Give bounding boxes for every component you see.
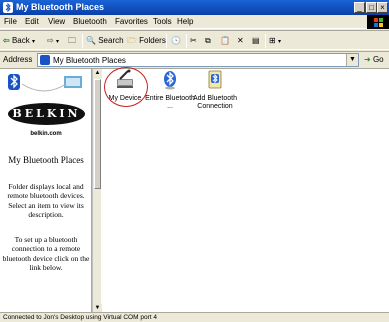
explorer-window: My Bluetooth Places _ □ × File Edit View… [0, 0, 389, 322]
pane-title: My Bluetooth Places [8, 155, 84, 165]
forward-arrow-icon: ⇨ [47, 36, 54, 45]
chevron-down-icon: ▾ [31, 39, 35, 45]
up-folder-button[interactable]: 🗀 [68, 34, 76, 48]
history-button[interactable]: 🕓 [171, 34, 181, 48]
copy-icon: ⧉ [205, 36, 211, 45]
menu-tools[interactable]: Tools [153, 17, 172, 27]
belkin-logo: BELKIN [8, 103, 85, 125]
belkin-bluetooth-banner-icon [4, 72, 88, 100]
left-pane-scrollbar[interactable]: ▲ ▼ [92, 69, 102, 313]
properties-button[interactable]: ▤ [252, 34, 260, 48]
toolbar-separator [166, 34, 167, 48]
search-icon: 🔍 [86, 36, 96, 45]
up-folder-icon: 🗀 [68, 36, 76, 45]
title-bar[interactable]: My Bluetooth Places _ □ × [0, 0, 389, 15]
history-icon: 🕓 [171, 36, 181, 45]
chevron-down-icon[interactable]: ▼ [346, 54, 358, 66]
cut-button[interactable]: ✂ [190, 34, 197, 48]
toolbar: ⇦ Back ▾ ⇨ ▾ 🗀 🔍 Search 🗁 Folders 🕓 ✂ ⧉ … [0, 30, 389, 50]
window-title: My Bluetooth Places [16, 2, 105, 12]
cut-icon: ✂ [190, 36, 197, 45]
back-label: Back [11, 36, 30, 45]
folders-icon: 🗁 [127, 36, 137, 45]
status-text: Connected to Jon's Desktop using Virtual… [3, 314, 157, 321]
folders-label: Folders [139, 36, 166, 45]
menu-bar: File Edit View Bluetooth Favorites Tools… [0, 15, 389, 29]
item-add-bluetooth-connection[interactable]: Add Bluetooth Connection [187, 69, 243, 111]
menu-favorites[interactable]: Favorites [115, 17, 148, 27]
folders-button[interactable]: 🗁 Folders [127, 34, 166, 48]
bluetooth-icon [3, 2, 13, 13]
copy-button[interactable]: ⧉ [205, 34, 211, 48]
minimize-button[interactable]: _ [354, 2, 365, 13]
bluetooth-globe-icon [164, 71, 176, 90]
paste-button[interactable]: 📋 [220, 34, 230, 48]
go-label: Go [372, 55, 384, 64]
search-button[interactable]: 🔍 Search [86, 34, 124, 48]
paste-icon: 📋 [220, 36, 230, 45]
content-area: BELKIN belkin.com My Bluetooth Places Fo… [0, 68, 389, 313]
pane-instructions: To set up a bluetooth connection to a re… [2, 235, 90, 273]
pane-description: Folder displays local and remote bluetoo… [7, 182, 85, 220]
chevron-down-icon: ▾ [277, 39, 281, 45]
status-bar: Connected to Jon's Desktop using Virtual… [0, 312, 389, 322]
address-value: My Bluetooth Places [53, 56, 126, 65]
delete-button[interactable]: ✕ [237, 34, 244, 48]
menu-edit[interactable]: Edit [25, 17, 39, 27]
go-button[interactable]: ➜ Go [364, 54, 384, 66]
close-button[interactable]: × [377, 2, 388, 13]
address-label: Address [3, 55, 33, 64]
bluetooth-icon [40, 55, 50, 65]
left-info-pane: BELKIN belkin.com My Bluetooth Places Fo… [0, 69, 92, 313]
chevron-down-icon: ▾ [55, 39, 59, 45]
windows-logo-icon [367, 15, 389, 29]
toolbar-separator [186, 34, 187, 48]
toolbar-separator [82, 34, 83, 48]
go-arrow-icon: ➜ [364, 55, 371, 64]
views-button[interactable]: ⊞ ▾ [269, 34, 281, 48]
item-label: Add Bluetooth Connection [193, 95, 237, 110]
menu-help[interactable]: Help [177, 17, 193, 27]
search-label: Search [98, 36, 124, 45]
menu-bluetooth[interactable]: Bluetooth [73, 17, 107, 27]
maximize-button[interactable]: □ [366, 2, 377, 13]
delete-icon: ✕ [237, 36, 244, 45]
address-bar: Address My Bluetooth Places ▼ ➜ Go [0, 51, 389, 67]
menu-file[interactable]: File [4, 17, 17, 27]
menu-view[interactable]: View [48, 17, 65, 27]
belkin-url-link[interactable]: belkin.com [0, 131, 91, 137]
forward-button[interactable]: ⇨ ▾ [47, 34, 59, 48]
toolbar-separator [265, 34, 266, 48]
views-icon: ⊞ [269, 36, 276, 45]
highlight-circle [104, 67, 148, 107]
address-input[interactable]: My Bluetooth Places ▼ [37, 53, 359, 67]
add-connection-icon [208, 70, 222, 89]
back-button[interactable]: ⇦ Back ▾ [3, 34, 35, 48]
back-arrow-icon: ⇦ [3, 36, 10, 45]
properties-icon: ▤ [252, 36, 260, 45]
